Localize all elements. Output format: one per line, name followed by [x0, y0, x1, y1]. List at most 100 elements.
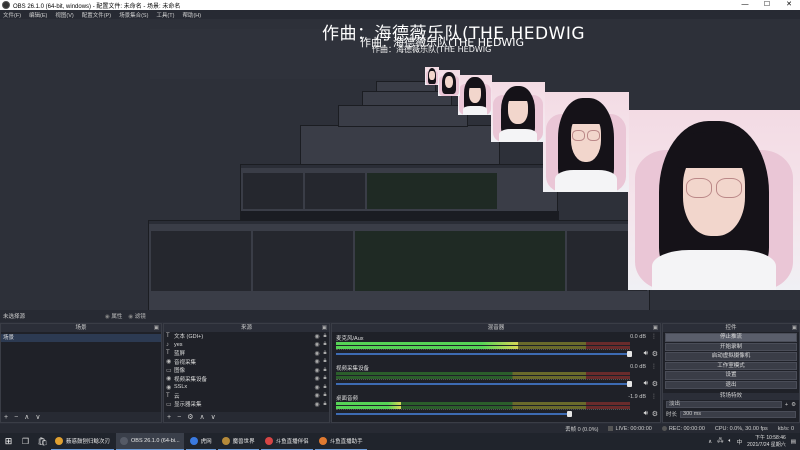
lock-icon[interactable]: 🔒︎ [321, 384, 329, 391]
volume-slider-handle[interactable] [627, 381, 632, 387]
lock-icon[interactable]: 🔒︎ [321, 333, 329, 340]
visibility-eye-icon[interactable]: ◉ [313, 367, 321, 374]
lock-icon[interactable]: 🔒︎ [321, 392, 329, 399]
clock[interactable]: 下午 10:58:46 2021/7/24 星期六 [747, 435, 786, 448]
taskbar-app[interactable]: OBS 26.1.0 (64-bi... [116, 433, 184, 450]
network-icon[interactable]: 🖧︎ [717, 437, 723, 446]
volume-slider[interactable] [336, 351, 632, 357]
lock-icon[interactable]: 🔒︎ [321, 401, 329, 408]
visibility-eye-icon[interactable]: ◉ [313, 350, 321, 357]
source-item[interactable]: T 蓝屏 ◉ 🔒︎ [164, 349, 329, 358]
menu-view[interactable]: 视图(V) [55, 11, 73, 19]
menu-tools[interactable]: 工具(T) [156, 11, 174, 19]
preview-canvas[interactable]: 作曲：海德薇乐队(THE HEDWIG 作曲：海德薇乐队(THE HEDWIG … [0, 19, 800, 310]
track-menu-icon[interactable]: ⋮ [651, 363, 657, 370]
gear-icon[interactable]: ⚙ [652, 380, 658, 388]
source-item[interactable]: ◉ 视频采集设备 ◉ 🔒︎ [164, 375, 329, 384]
move-scene-down-button[interactable]: ∨ [35, 413, 40, 421]
track-menu-icon[interactable]: ⋮ [651, 393, 657, 400]
transition-gear-icon[interactable]: ⚙ [791, 402, 796, 408]
notification-icon[interactable]: ▤ [791, 439, 796, 445]
dock-float-icon[interactable]: ▣ [653, 324, 658, 332]
app-label: 薮惑鼓刨归鲶次刃 [66, 439, 111, 445]
visibility-eye-icon[interactable]: ◉ [313, 384, 321, 391]
add-transition-button[interactable]: + [785, 402, 788, 408]
chevron-up-icon[interactable]: ∧ [708, 439, 712, 445]
menu-help[interactable]: 帮助(H) [182, 11, 201, 19]
taskbar-app[interactable]: 斗鱼直播助手 [314, 433, 367, 450]
task-view-icon[interactable]: ❐ [17, 433, 34, 450]
settings-button[interactable]: 设置 [665, 371, 797, 380]
source-item[interactable]: ▭ 显示器采集 ◉ 🔒︎ [164, 400, 329, 409]
move-scene-up-button[interactable]: ∧ [24, 413, 29, 421]
source-item[interactable]: T 文本 (GDI+) ◉ 🔒︎ [164, 332, 329, 341]
dock-float-icon[interactable]: ▣ [154, 324, 159, 332]
volume-slider[interactable] [336, 411, 572, 417]
speaker-icon[interactable]: 🔊︎ [644, 350, 648, 358]
source-item[interactable]: ◉ SSLx ◉ 🔒︎ [164, 383, 329, 392]
text-source-icon: T [166, 333, 170, 340]
taskbar-app[interactable]: 薮惑鼓刨归鲶次刃 [51, 433, 115, 450]
track-menu-icon[interactable]: ⋮ [651, 333, 657, 340]
source-properties-button[interactable]: ⚙ [187, 413, 193, 421]
menu-file[interactable]: 文件(F) [3, 11, 21, 19]
scene-item[interactable]: 场景 [1, 334, 161, 342]
add-scene-button[interactable]: + [4, 414, 8, 421]
volume-icon[interactable]: 🔈︎ [728, 438, 731, 445]
source-item[interactable]: T 云 ◉ 🔒︎ [164, 392, 329, 401]
visibility-eye-icon[interactable]: ◉ [313, 333, 321, 340]
lock-icon[interactable]: 🔒︎ [321, 367, 329, 374]
visibility-eye-icon[interactable]: ◉ [313, 341, 321, 348]
visibility-eye-icon[interactable]: ◉ [313, 392, 321, 399]
transition-select[interactable]: 淡出 [666, 401, 782, 408]
duration-input[interactable]: 300 ms [680, 410, 796, 418]
properties-button[interactable]: 属性 [105, 312, 122, 320]
taskbar-app[interactable]: 魔兽世界 [217, 433, 259, 450]
taskbar-app[interactable]: 虎网 [185, 433, 216, 450]
add-source-button[interactable]: + [167, 414, 171, 421]
visibility-eye-icon[interactable]: ◉ [313, 375, 321, 382]
filters-button[interactable]: 滤镜 [128, 312, 146, 320]
dock-float-icon[interactable]: ▣ [792, 324, 797, 332]
remove-scene-button[interactable]: − [14, 414, 18, 421]
remove-source-button[interactable]: − [177, 414, 181, 421]
meter-scale [336, 409, 630, 412]
ime-indicator[interactable]: 中 [737, 438, 743, 446]
taskbar-app[interactable]: 斗鱼直播伴侣 [260, 433, 313, 450]
menu-profile[interactable]: 配置文件(P) [82, 11, 111, 19]
studio-mode-button[interactable]: 工作室模式 [665, 361, 797, 370]
volume-slider-handle[interactable] [627, 351, 632, 357]
speaker-icon[interactable]: 🔊︎ [644, 410, 648, 418]
stop-streaming-button[interactable]: 停止推流 [665, 333, 797, 342]
lock-icon[interactable]: 🔒︎ [321, 341, 329, 348]
app-icon [264, 437, 273, 445]
minimize-button[interactable]: — [734, 0, 756, 10]
move-source-up-button[interactable]: ∧ [199, 413, 204, 421]
speaker-icon[interactable]: 🔊︎ [644, 380, 648, 388]
start-virtual-camera-button[interactable]: 启动虚拟摄像机 [665, 352, 797, 361]
visibility-eye-icon[interactable]: ◉ [313, 401, 321, 408]
source-item[interactable]: ▭ 图像 ◉ 🔒︎ [164, 366, 329, 375]
volume-slider-handle[interactable] [567, 411, 572, 417]
gear-icon[interactable]: ⚙ [652, 350, 658, 358]
store-icon[interactable]: 🛍︎ [34, 433, 51, 450]
menu-edit[interactable]: 编辑(E) [29, 11, 47, 19]
lock-icon[interactable]: 🔒︎ [321, 350, 329, 357]
windows-start-icon[interactable]: ⊞ [0, 433, 17, 450]
visibility-eye-icon[interactable]: ◉ [313, 358, 321, 365]
menu-scene-collection[interactable]: 场景集合(S) [119, 11, 148, 19]
source-item[interactable]: ◉ 音视采集 ◉ 🔒︎ [164, 358, 329, 367]
maximize-button[interactable]: ☐ [756, 0, 778, 10]
close-button[interactable]: ✕ [778, 0, 800, 10]
lock-icon[interactable]: 🔒︎ [321, 358, 329, 365]
volume-slider[interactable] [336, 381, 632, 387]
lock-icon[interactable]: 🔒︎ [321, 375, 329, 382]
text-source-icon: T [166, 392, 170, 399]
source-item[interactable]: ♪ yes ◉ 🔒︎ [164, 341, 329, 350]
move-source-down-button[interactable]: ∨ [211, 413, 216, 421]
app-label: 魔兽世界 [232, 439, 255, 445]
dock-float-icon[interactable]: ▣ [322, 324, 327, 332]
start-recording-button[interactable]: 开始录制 [665, 342, 797, 351]
exit-button[interactable]: 退出 [665, 380, 797, 389]
gear-icon[interactable]: ⚙ [652, 410, 658, 418]
